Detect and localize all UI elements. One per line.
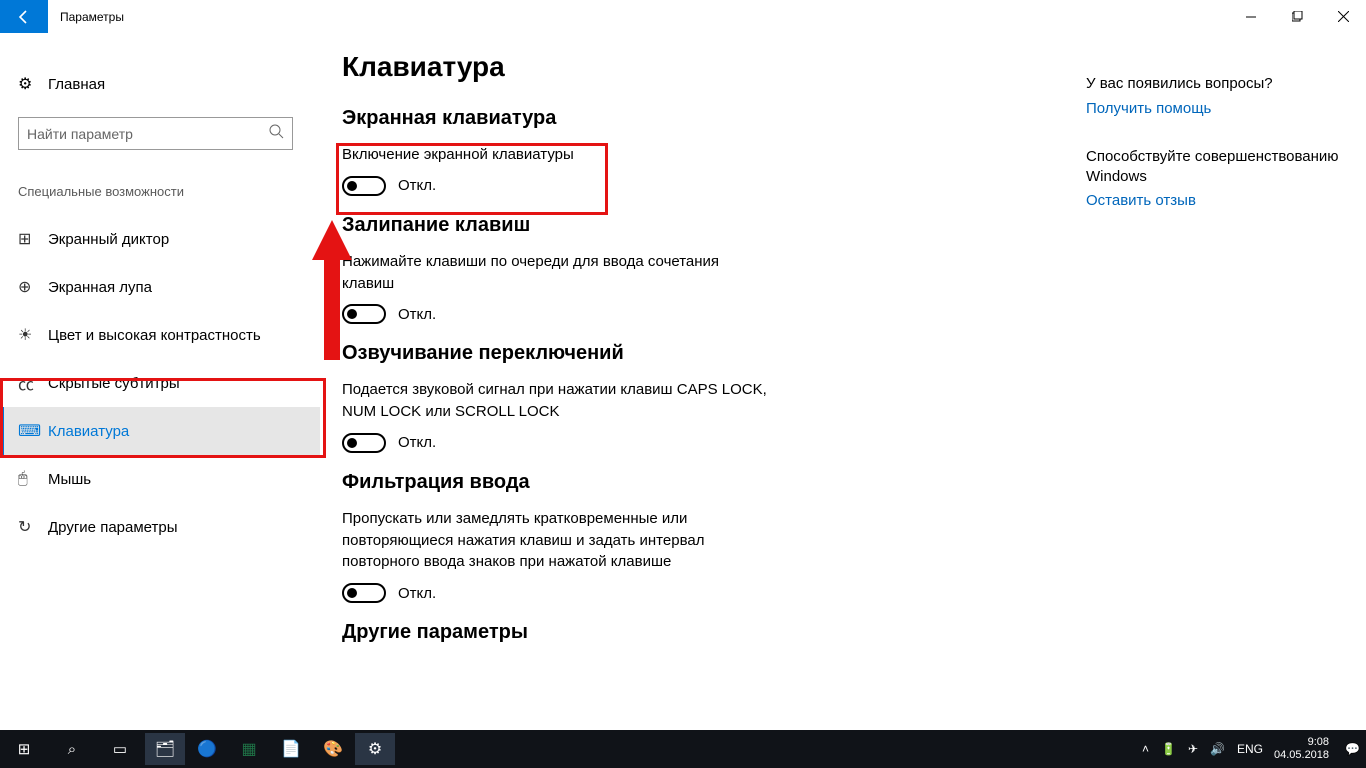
tray-notifications-icon[interactable]: 💬 xyxy=(1339,742,1366,756)
tray-clock[interactable]: 9:08 04.05.2018 xyxy=(1269,736,1339,762)
setting-label: Включение экранной клавиатуры xyxy=(342,144,772,166)
toggle-sticky-keys[interactable] xyxy=(342,304,386,324)
close-button[interactable] xyxy=(1320,0,1366,33)
back-button[interactable] xyxy=(0,0,48,33)
home-button[interactable]: ⚙ Главная xyxy=(18,65,320,103)
sidebar-item-contrast[interactable]: ☀ Цвет и высокая контрастность xyxy=(0,311,320,359)
sidebar-item-narrator[interactable]: ⊞ Экранный диктор xyxy=(0,215,320,263)
tray-chevron-icon[interactable]: ˄ xyxy=(1136,742,1155,756)
mouse-icon: 🖱 xyxy=(18,470,48,488)
sidebar-item-label: Скрытые субтитры xyxy=(48,375,180,392)
taskbar-app-settings[interactable]: ⚙ xyxy=(355,733,395,765)
taskbar-app-excel[interactable]: ▦ xyxy=(229,733,269,765)
section-heading: Залипание клавиш xyxy=(342,214,1086,237)
tray-volume-icon[interactable]: 🔊 xyxy=(1204,742,1231,756)
page-title: Клавиатура xyxy=(342,51,1086,83)
toggle-state: Откл. xyxy=(398,434,436,451)
sidebar-item-label: Клавиатура xyxy=(48,423,129,440)
sidebar-item-mouse[interactable]: 🖱 Мышь xyxy=(0,455,320,503)
nav-section-title: Специальные возможности xyxy=(18,184,320,199)
sidebar-item-other[interactable]: ↻ Другие параметры xyxy=(0,503,320,551)
window-title: Параметры xyxy=(48,0,124,33)
taskbar-app-chrome[interactable]: 🔵 xyxy=(187,733,227,765)
tray-time: 9:08 xyxy=(1274,736,1329,749)
help-panel: У вас появились вопросы? Получить помощь… xyxy=(1086,33,1366,730)
sidebar-item-magnifier[interactable]: ⊕ Экранная лупа xyxy=(0,263,320,311)
main-content: Клавиатура Экранная клавиатура Включение… xyxy=(320,33,1086,730)
search-button[interactable]: ⌕ xyxy=(48,730,96,768)
magnifier-icon: ⊕ xyxy=(18,277,48,297)
tray-battery-icon[interactable]: 🔋 xyxy=(1155,742,1182,756)
toggle-onscreen-keyboard[interactable] xyxy=(342,176,386,196)
maximize-button[interactable] xyxy=(1274,0,1320,33)
sidebar-item-captions[interactable]: ㏄ Скрытые субтитры xyxy=(0,359,320,407)
sidebar-item-label: Экранный диктор xyxy=(48,231,169,248)
minimize-button[interactable] xyxy=(1228,0,1274,33)
home-label: Главная xyxy=(48,76,105,93)
toggle-toggle-keys[interactable] xyxy=(342,433,386,453)
sidebar-item-label: Другие параметры xyxy=(48,519,178,536)
sidebar-item-keyboard[interactable]: ⌨ Клавиатура xyxy=(0,407,320,455)
sidebar-item-label: Экранная лупа xyxy=(48,279,152,296)
sidebar-item-label: Мышь xyxy=(48,471,91,488)
toggle-state: Откл. xyxy=(398,177,436,194)
improve-text: Способствуйте совершенствованию Windows xyxy=(1086,147,1350,186)
search-input[interactable]: Найти параметр xyxy=(18,117,293,150)
other-icon: ↻ xyxy=(18,517,48,537)
tray-airplane-icon[interactable]: ✈ xyxy=(1182,742,1204,756)
setting-label: Подается звуковой сигнал при нажатии кла… xyxy=(342,379,772,423)
search-icon xyxy=(269,124,284,144)
sidebar-item-label: Цвет и высокая контрастность xyxy=(48,327,261,344)
keyboard-icon: ⌨ xyxy=(18,421,48,441)
section-heading: Озвучивание переключений xyxy=(342,342,1086,365)
start-button[interactable]: ⊞ xyxy=(0,730,48,768)
section-heading: Другие параметры xyxy=(342,621,1086,644)
narrator-icon: ⊞ xyxy=(18,229,48,249)
tray-language[interactable]: ENG xyxy=(1231,742,1269,756)
help-question: У вас появились вопросы? xyxy=(1086,75,1350,92)
title-bar: Параметры xyxy=(0,0,1366,33)
captions-icon: ㏄ xyxy=(18,371,48,395)
search-placeholder: Найти параметр xyxy=(27,126,269,142)
setting-label: Пропускать или замедлять кратковременные… xyxy=(342,508,772,573)
get-help-link[interactable]: Получить помощь xyxy=(1086,100,1350,117)
section-heading: Экранная клавиатура xyxy=(342,107,1086,130)
section-heading: Фильтрация ввода xyxy=(342,471,1086,494)
toggle-state: Откл. xyxy=(398,585,436,602)
setting-label: Нажимайте клавиши по очереди для ввода с… xyxy=(342,251,772,295)
gear-icon: ⚙ xyxy=(18,74,48,94)
taskbar-app-paint[interactable]: 🎨 xyxy=(313,733,353,765)
sidebar: ⚙ Главная Найти параметр Специальные воз… xyxy=(0,33,320,730)
toggle-filter-keys[interactable] xyxy=(342,583,386,603)
contrast-icon: ☀ xyxy=(18,325,48,345)
tray-date: 04.05.2018 xyxy=(1274,749,1329,762)
task-view-button[interactable]: ▭ xyxy=(96,730,144,768)
feedback-link[interactable]: Оставить отзыв xyxy=(1086,192,1350,209)
taskbar: ⊞ ⌕ ▭ 🗂 🔵 ▦ 📄 🎨 ⚙ ˄ 🔋 ✈ 🔊 ENG 9:08 04.05… xyxy=(0,730,1366,768)
taskbar-app-word[interactable]: 📄 xyxy=(271,733,311,765)
window-controls xyxy=(1228,0,1366,33)
toggle-state: Откл. xyxy=(398,306,436,323)
taskbar-app-explorer[interactable]: 🗂 xyxy=(145,733,185,765)
